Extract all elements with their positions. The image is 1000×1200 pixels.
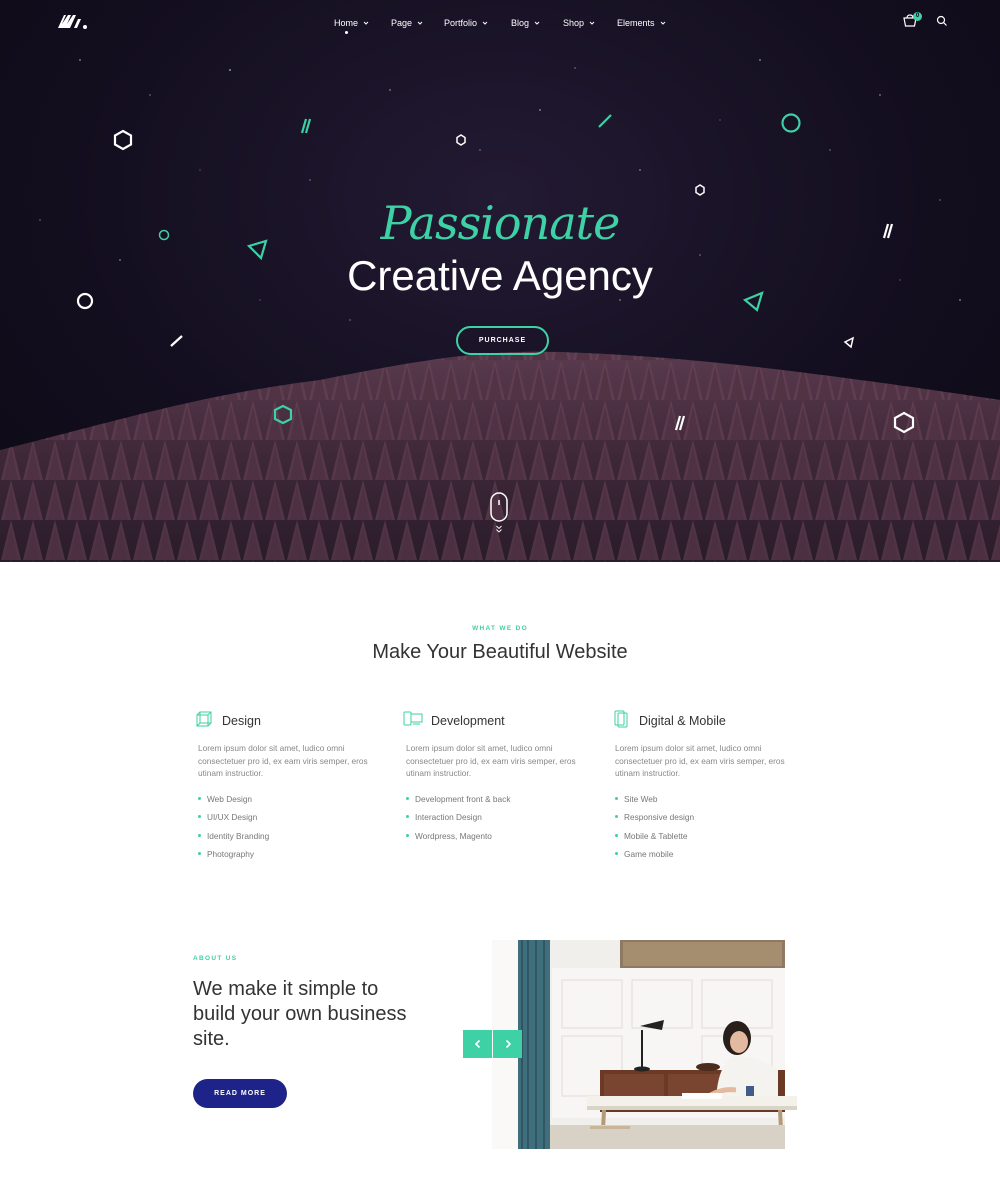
carousel-prev-button[interactable] — [463, 1030, 492, 1058]
carousel-next-button[interactable] — [493, 1030, 522, 1058]
nav-item-blog[interactable]: Blog — [511, 16, 563, 30]
hero-title: Creative Agency — [347, 252, 653, 299]
section-title: Make Your Beautiful Website — [372, 641, 628, 663]
nav-label: Page — [391, 18, 413, 28]
chevron-right-icon — [505, 1039, 511, 1049]
top-navbar: Home Page Portfolio Blog Shop Elements 0 — [0, 0, 1000, 44]
nav-item-shop[interactable]: Shop — [563, 16, 617, 30]
purchase-button[interactable]: PURCHASE — [456, 326, 549, 355]
cube-icon — [196, 711, 212, 727]
chevron-down-icon — [589, 21, 595, 25]
list-item: Wordpress, Magento — [406, 831, 510, 849]
nav-label: Shop — [563, 18, 585, 28]
service-title: Digital & Mobile — [639, 714, 726, 728]
mobile-icon — [614, 710, 628, 728]
service-description: Lorem ipsum dolor sit amet, ludico omni … — [615, 743, 785, 778]
list-item: Development front & back — [406, 794, 510, 812]
section-kicker: WHAT WE DO — [472, 625, 528, 632]
service-title: Design — [222, 714, 261, 728]
service-description: Lorem ipsum dolor sit amet, ludico omni … — [198, 743, 368, 778]
chevron-down-icon — [417, 21, 423, 25]
read-more-button[interactable]: READ MORE — [193, 1079, 287, 1108]
nav-label: Portfolio — [444, 18, 478, 28]
search-icon[interactable] — [936, 15, 948, 27]
list-item: Responsive design — [615, 812, 694, 830]
about-kicker: ABOUT US — [193, 955, 238, 962]
service-description: Lorem ipsum dolor sit amet, ludico omni … — [406, 743, 576, 778]
list-item: Web Design — [198, 794, 269, 812]
cart-count-badge: 0 — [913, 12, 922, 21]
main-nav: Home Page Portfolio Blog Shop Elements — [334, 16, 677, 34]
nav-label: Elements — [617, 18, 655, 28]
list-item: Interaction Design — [406, 812, 510, 830]
nav-item-elements[interactable]: Elements — [617, 16, 677, 30]
about-photo-illustration — [492, 940, 805, 1149]
mouse-scroll-icon[interactable] — [490, 492, 508, 534]
nav-label: Blog — [511, 18, 530, 28]
chevron-left-icon — [474, 1039, 480, 1049]
brand-m-logo[interactable] — [56, 10, 90, 32]
service-list: Web Design UI/UX Design Identity Brandin… — [198, 794, 269, 867]
about-title: We make it simple to build your own busi… — [193, 978, 407, 1050]
list-item: UI/UX Design — [198, 812, 269, 830]
woman-writing-at-desk-photo — [492, 940, 805, 1149]
chevron-down-icon — [482, 21, 488, 25]
nav-item-page[interactable]: Page — [391, 16, 444, 30]
list-item: Photography — [198, 849, 269, 867]
nav-item-portfolio[interactable]: Portfolio — [444, 16, 511, 30]
chevron-down-icon — [363, 21, 369, 25]
list-item: Mobile & Tablette — [615, 831, 694, 849]
list-item: Identity Branding — [198, 831, 269, 849]
list-item: Site Web — [615, 794, 694, 812]
nav-label: Home — [334, 18, 359, 28]
list-item: Game mobile — [615, 849, 694, 867]
service-list: Site Web Responsive design Mobile & Tabl… — [615, 794, 694, 867]
devices-icon — [403, 711, 423, 726]
nav-item-home[interactable]: Home — [334, 16, 391, 34]
hero-subtitle: Passionate — [380, 196, 621, 250]
chevron-down-icon — [660, 21, 665, 25]
service-list: Development front & back Interaction Des… — [406, 794, 510, 849]
hero-section: Home Page Portfolio Blog Shop Elements 0… — [0, 0, 1000, 562]
service-title: Development — [431, 714, 505, 728]
chevron-down-icon — [534, 21, 540, 25]
